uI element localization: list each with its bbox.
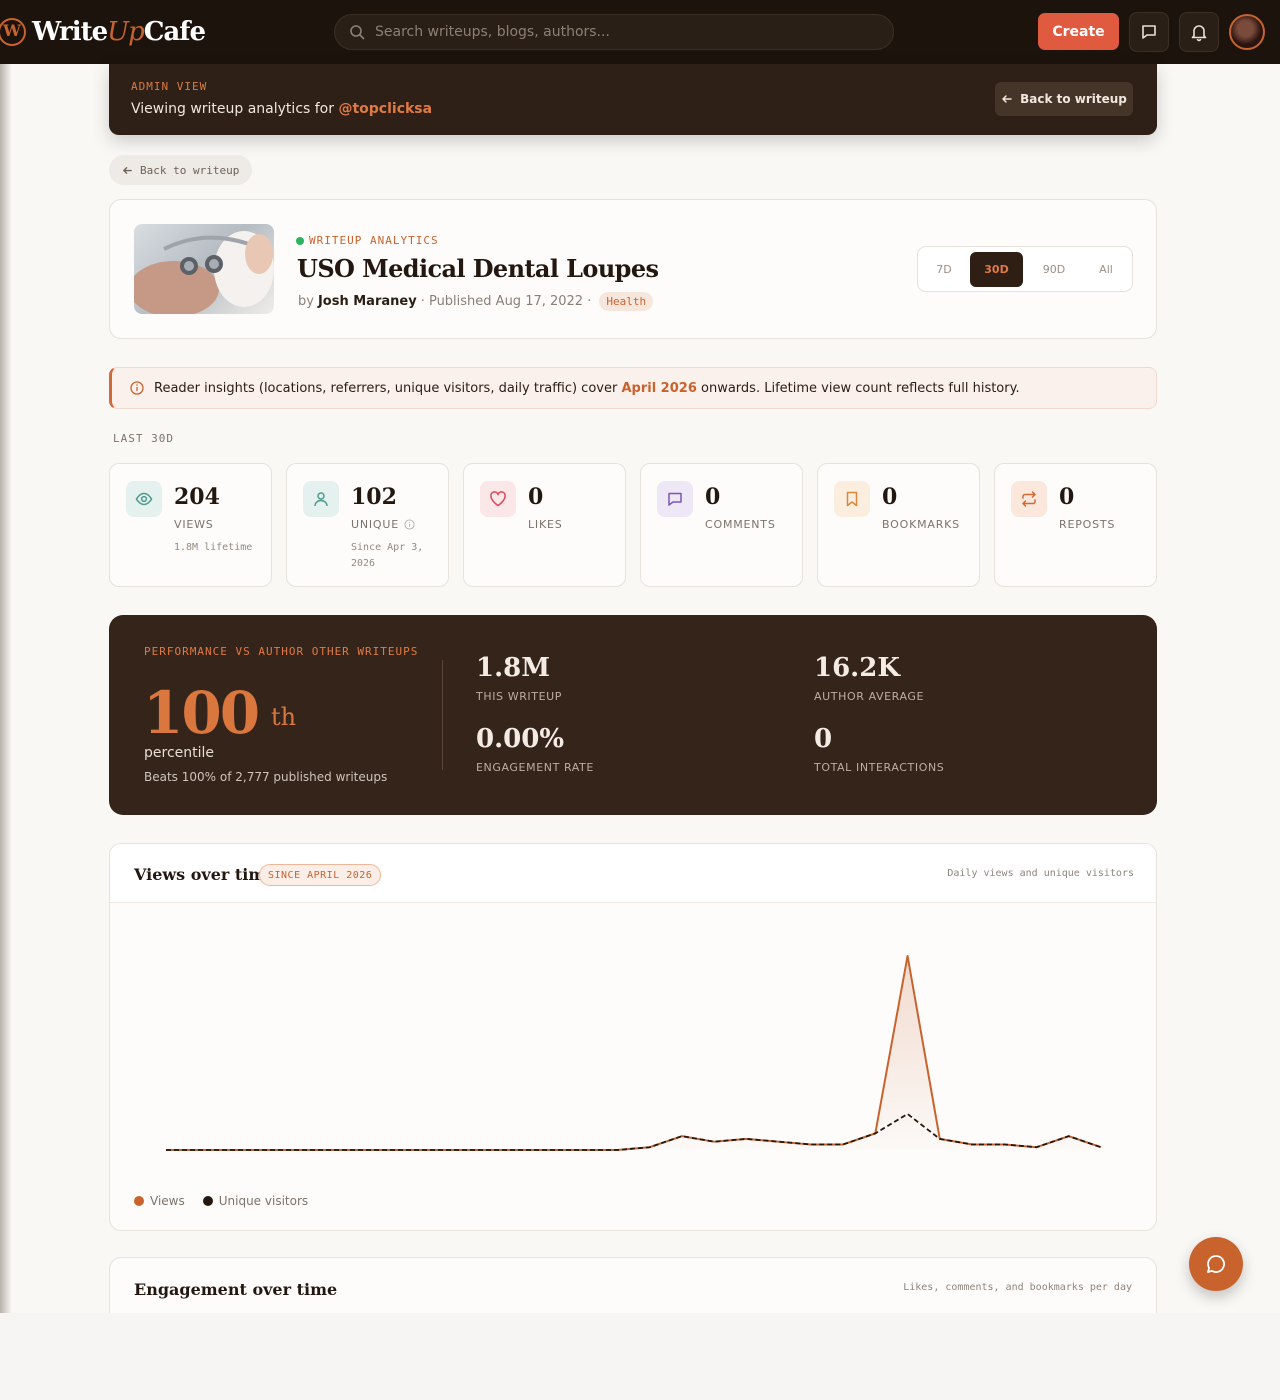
stat-sub: 1.8M lifetime (174, 542, 253, 553)
repost-icon (1011, 481, 1047, 517)
eye-icon (126, 481, 162, 517)
chart-title: Views over time (134, 865, 276, 884)
divider (442, 660, 443, 770)
chart-subtitle: Likes, comments, and bookmarks per day (903, 1282, 1132, 1293)
metric-label: TOTAL INTERACTIONS (814, 761, 945, 774)
chart-title: Engagement over time (134, 1280, 338, 1299)
metric-label: AUTHOR AVERAGE (814, 690, 925, 703)
time-range-selector: 7D 30D 90D All (917, 246, 1133, 292)
logo-mark-icon (0, 18, 26, 46)
percentile-label: percentile (144, 745, 215, 761)
stat-card-likes: 0 LIKES (463, 463, 626, 587)
percentile-beats: Beats 100% of 2,777 published writeups (144, 770, 388, 784)
admin-back-button[interactable]: Back to writeup (995, 82, 1133, 116)
range-90d[interactable]: 90D (1028, 252, 1080, 287)
info-icon[interactable] (404, 519, 415, 530)
performance-card: PERFORMANCE VS AUTHOR OTHER WRITEUPS 100… (109, 615, 1157, 815)
engagement-chart-card: Engagement over time Likes, comments, an… (109, 1257, 1157, 1313)
chat-fab-button[interactable] (1189, 1237, 1243, 1291)
create-button[interactable]: Create (1038, 13, 1119, 50)
metric-label: THIS WRITEUP (476, 690, 563, 703)
avatar[interactable] (1229, 14, 1265, 50)
stat-label: BOOKMARKS (882, 518, 960, 531)
bookmark-icon (834, 481, 870, 517)
arrow-left-icon (123, 166, 132, 174)
stat-sub: Since Apr 3, 2026 (351, 542, 424, 569)
percentile-suffix: th (271, 703, 297, 731)
author-handle-link[interactable]: @topclicksa (338, 101, 432, 117)
live-dot-icon (296, 236, 304, 245)
legend-dot-icon (202, 1196, 213, 1206)
stat-value: 0 (882, 484, 898, 510)
stat-label: LIKES (528, 518, 563, 531)
stat-value: 0 (1059, 484, 1075, 510)
search-input[interactable] (375, 24, 855, 40)
stat-card-unique: 102 UNIQUE Since Apr 3, 2026 (286, 463, 449, 587)
stat-card-bookmarks: 0 BOOKMARKS (817, 463, 980, 587)
since-badge: SINCE APRIL 2026 (259, 864, 382, 886)
performance-tag: PERFORMANCE VS AUTHOR OTHER WRITEUPS (144, 645, 419, 658)
metric-value: 0 (814, 724, 833, 754)
info-icon (130, 381, 144, 395)
chat-bubble-icon (1207, 1255, 1225, 1273)
stat-label: REPOSTS (1059, 518, 1116, 531)
percentile-value: 100 (143, 679, 260, 747)
admin-banner: ADMIN VIEW Viewing writeup analytics for… (109, 64, 1157, 135)
comment-icon (657, 481, 693, 517)
messages-button[interactable] (1129, 12, 1169, 52)
admin-tag: ADMIN VIEW (131, 80, 208, 93)
search-icon (350, 25, 365, 40)
metric-label: ENGAGEMENT RATE (476, 761, 594, 774)
views-series-line (166, 955, 1102, 1151)
stat-label: COMMENTS (705, 518, 776, 531)
section-label: LAST 30D (113, 432, 174, 445)
stat-value: 0 (528, 484, 544, 510)
logo-text: WriteUpCafe (32, 17, 206, 47)
writeup-analytics-tag: WRITEUP ANALYTICS (296, 234, 439, 247)
legend-item-views: Views (134, 1194, 185, 1208)
chart-legend: Views Unique visitors (134, 1194, 308, 1208)
admin-line: Viewing writeup analytics for @topclicks… (131, 101, 433, 117)
metric-value: 16.2K (814, 653, 900, 683)
range-7d[interactable]: 7D (924, 252, 964, 287)
stat-value: 0 (705, 484, 721, 510)
search-bar[interactable] (334, 14, 894, 50)
legend-item-unique: Unique visitors (202, 1194, 308, 1208)
notifications-button[interactable] (1179, 12, 1219, 52)
metric-value: 1.8M (476, 653, 551, 683)
info-banner: Reader insights (locations, referrers, u… (109, 367, 1157, 409)
stat-card-reposts: 0 REPOSTS (994, 463, 1157, 587)
category-badge[interactable]: Health (599, 292, 654, 311)
arrow-left-icon (1002, 95, 1012, 103)
stat-value: 204 (174, 484, 220, 510)
views-area (166, 956, 1101, 1150)
range-all[interactable]: All (1084, 252, 1128, 287)
messages-icon (1142, 25, 1156, 39)
metric-value: 0.00% (476, 724, 565, 754)
top-nav: WriteUpCafe Create (0, 0, 1280, 64)
chart-header: Views over time SINCE APRIL 2026 Daily v… (110, 844, 1156, 903)
writeup-thumbnail (134, 224, 274, 314)
stat-card-comments: 0 COMMENTS (640, 463, 803, 587)
range-30d[interactable]: 30D (970, 252, 1023, 287)
sidebar-edge (0, 64, 12, 1313)
stat-card-views: 204 VIEWS 1.8M lifetime (109, 463, 272, 587)
writeup-header-card: WRITEUP ANALYTICS USO Medical Dental Lou… (109, 199, 1157, 339)
byline: by Josh Maraney · Published Aug 17, 2022… (298, 292, 654, 311)
page-bottom (0, 1313, 1280, 1400)
writeup-title: USO Medical Dental Loupes (297, 254, 659, 283)
stat-label: UNIQUE (351, 518, 415, 531)
bell-icon (1191, 25, 1207, 42)
logo[interactable]: WriteUpCafe (0, 12, 206, 52)
heart-icon (480, 481, 516, 517)
stat-value: 102 (351, 484, 397, 510)
chart-subtitle: Daily views and unique visitors (947, 868, 1134, 879)
views-chart[interactable] (110, 903, 1157, 1183)
user-icon (303, 481, 339, 517)
legend-dot-icon (134, 1196, 144, 1206)
author-link[interactable]: Josh Maraney (318, 294, 417, 309)
views-chart-card: Views over time SINCE APRIL 2026 Daily v… (109, 843, 1157, 1231)
back-to-writeup-link[interactable]: Back to writeup (109, 155, 252, 185)
stat-label: VIEWS (174, 518, 214, 531)
